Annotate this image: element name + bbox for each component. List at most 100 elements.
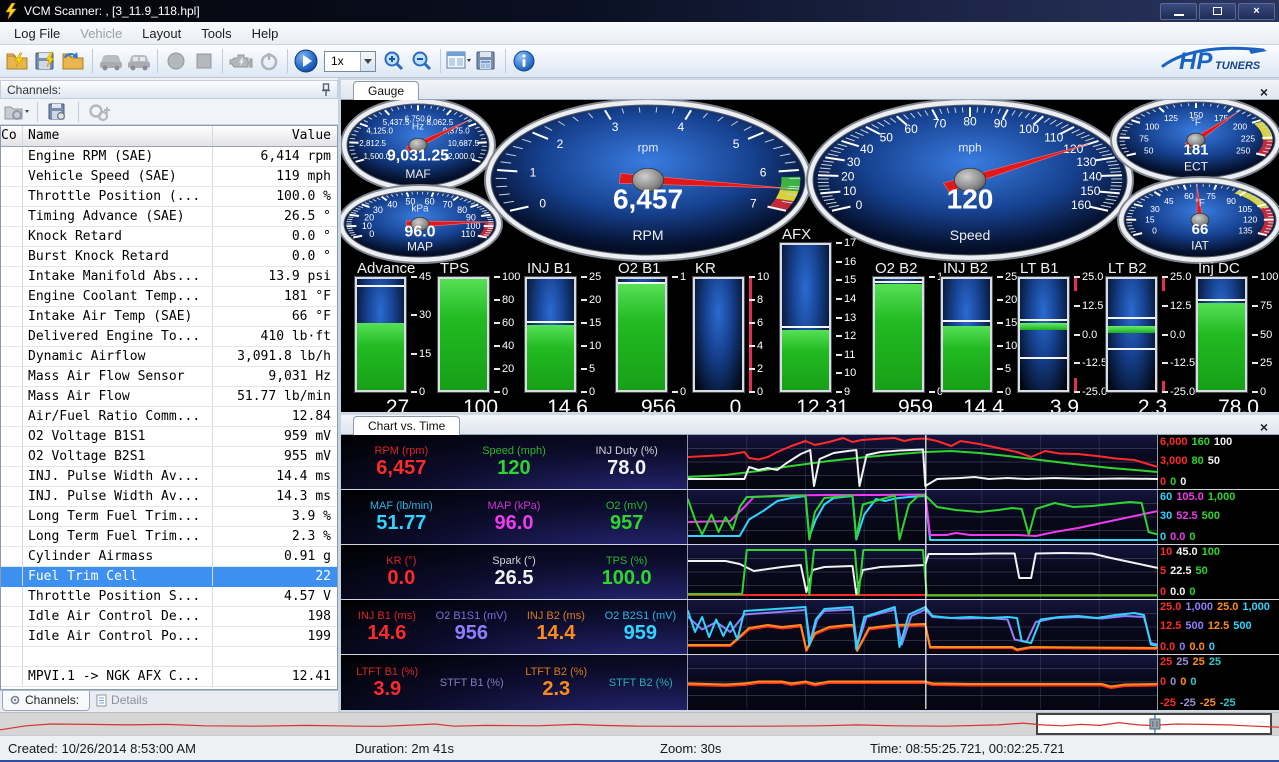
menu-log-file[interactable]: Log File — [4, 23, 70, 44]
channel-row[interactable]: Dynamic Airflow3,091.8 lb/h — [1, 347, 337, 367]
channel-row[interactable]: Delivered Engine To...410 lb·ft — [1, 327, 337, 347]
channels-table-header[interactable]: Co Name Value — [1, 126, 337, 147]
pin-icon[interactable] — [320, 83, 332, 97]
channel-row[interactable]: Burst Knock Retard0.0 ° — [1, 247, 337, 267]
channel-row[interactable]: Engine RPM (SAE)6,414 rpm — [1, 147, 337, 167]
bar-gauge-ltb1-ticks: 25.012.50.0-12.5-25.0 — [1074, 277, 1110, 392]
channel-row[interactable]: Cylinder Airmass0.91 g — [1, 547, 337, 567]
menu-tools[interactable]: Tools — [191, 23, 241, 44]
channel-row[interactable]: O2 Voltage B2S1955 mV — [1, 447, 337, 467]
channels-config-open-button[interactable] — [3, 98, 31, 126]
svg-text:1: 1 — [530, 166, 537, 180]
channel-row[interactable]: Idle Air Control Po...199 — [1, 627, 337, 647]
gauge-rpm[interactable]: 01234567rpm6,457RPM — [484, 100, 812, 262]
chart-row-4-legend[interactable]: INJ B1 (ms)14.6O2 B1S1 (mV)956INJ B2 (ms… — [341, 600, 688, 654]
channel-row[interactable]: Intake Manifold Abs...13.9 psi — [1, 267, 337, 287]
chart-row-5-legend[interactable]: LTFT B1 (%)3.9STFT B1 (%)LTFT B2 (%)2.3S… — [341, 655, 688, 710]
save-layout-button[interactable] — [473, 47, 501, 75]
channel-row[interactable]: INJ. Pulse Width Av...14.4 ms — [1, 467, 337, 487]
chart-row-5-plot[interactable] — [688, 655, 1158, 710]
column-header-value[interactable]: Value — [213, 126, 337, 146]
bar-gauge-ltb2[interactable]: LT B225.012.50.0-12.5-25.02.3 — [1106, 260, 1203, 412]
channel-row[interactable]: O2 Voltage B1S1959 mV — [1, 427, 337, 447]
channel-row[interactable]: Timing Advance (SAE)26.5 ° — [1, 207, 337, 227]
svg-text:100: 100 — [1019, 122, 1039, 136]
chart-row-2-legend[interactable]: MAF (lb/min)51.77MAP (kPa)96.0O2 (mV)957 — [341, 490, 688, 544]
channel-row[interactable]: Fuel Trim Cell22 — [1, 567, 337, 587]
channel-row[interactable]: Knock Retard0.0 ° — [1, 227, 337, 247]
bar-gauge-tps[interactable]: TPS100806040200100 — [438, 260, 527, 412]
channel-row[interactable]: Engine Coolant Temp...181 °F — [1, 287, 337, 307]
minimize-button[interactable] — [1160, 3, 1197, 20]
restore-button[interactable] — [1199, 3, 1236, 20]
zoom-in-button[interactable] — [380, 47, 408, 75]
chart-series: STFT B1 (%) — [437, 677, 507, 689]
chart-row-3-plot[interactable] — [688, 545, 1158, 599]
bar-gauge-injb2[interactable]: INJ B2252015105014.4 — [941, 260, 1030, 412]
playback-speed-select[interactable]: 1x — [324, 51, 376, 72]
gauge-maf-unit: Hz — [412, 121, 424, 132]
zoom-out-button[interactable] — [408, 47, 436, 75]
channel-row[interactable]: Throttle Position S...4.57 V — [1, 587, 337, 607]
channel-row[interactable]: INJ. Pulse Width Av...14.3 ms — [1, 487, 337, 507]
channel-value: 22 — [213, 567, 337, 586]
playback-speed-dropdown-arrow[interactable] — [360, 52, 375, 71]
channel-row[interactable]: Vehicle Speed (SAE)119 mph — [1, 167, 337, 187]
column-header-co[interactable]: Co — [1, 126, 23, 146]
channel-row[interactable]: Mass Air Flow Sensor9,031 Hz — [1, 367, 337, 387]
channel-co-cell — [1, 527, 23, 546]
overview-cursor-grip[interactable] — [1150, 719, 1160, 729]
channel-row[interactable]: Air/Fuel Ratio Comm...12.84 — [1, 407, 337, 427]
gauge-map[interactable]: 0102030405060708090100110kPa96.0MAP — [341, 184, 503, 264]
menu-help[interactable]: Help — [242, 23, 289, 44]
chart-row-1-plot[interactable] — [688, 435, 1158, 489]
channel-row[interactable]: Mass Air Flow51.77 lb/min — [1, 387, 337, 407]
close-button[interactable]: × — [1238, 3, 1275, 20]
gauge-maf[interactable]: 1,500.02,812.54,125.05,437.56,750.08,062… — [341, 100, 496, 193]
bar-gauge-afx-value: 12.31 — [780, 396, 865, 412]
gauge-panel-close-icon[interactable]: × — [1257, 85, 1271, 99]
channel-row[interactable]: MPVI.1 -> NGK AFX C...12.41 — [1, 667, 337, 687]
bar-gauge-injdc[interactable]: Inj DC100755025078.0 — [1196, 260, 1279, 412]
svg-text:0: 0 — [856, 198, 863, 212]
bar-gauge-kr[interactable]: KR10864200 — [693, 260, 782, 412]
chart-row-1-legend[interactable]: RPM (rpm)6,457Speed (mph)120INJ Duty (%)… — [341, 435, 688, 489]
menu-layout[interactable]: Layout — [132, 23, 191, 44]
channel-row[interactable]: Long Term Fuel Trim...3.9 % — [1, 507, 337, 527]
channel-row[interactable]: Intake Air Temp (SAE)66 °F — [1, 307, 337, 327]
tab-gauge[interactable]: Gauge — [353, 81, 419, 100]
channel-value: 6,414 rpm — [213, 147, 337, 166]
chart-panel-close-icon[interactable]: × — [1257, 420, 1271, 434]
channel-row[interactable]: Long Term Fuel Trim...2.3 % — [1, 527, 337, 547]
gauge-iat[interactable]: 0153045607590105120135°F66IAT — [1117, 176, 1279, 264]
channel-co-cell — [1, 267, 23, 286]
bar-gauge-o2b1[interactable]: O2 B110956 — [616, 260, 705, 412]
channel-row[interactable]: Throttle Position (...100.0 % — [1, 187, 337, 207]
channels-save-button[interactable] — [44, 98, 72, 126]
log-overview-strip[interactable] — [0, 712, 1279, 735]
save-log-button[interactable] — [32, 47, 60, 75]
tab-chart-vs-time[interactable]: Chart vs. Time — [353, 416, 460, 435]
gear-icon — [9, 694, 21, 706]
channel-row[interactable] — [1, 647, 337, 667]
channel-row[interactable]: Idle Air Control De...198 — [1, 607, 337, 627]
axis-labels: 0.000.00 — [1160, 641, 1215, 653]
info-button[interactable] — [510, 47, 538, 75]
layout-button[interactable] — [445, 47, 473, 75]
bar-gauge-afx[interactable]: AFX1716151413121110912.31 — [780, 226, 869, 412]
channel-name: Idle Air Control Po... — [23, 627, 213, 646]
tab-details[interactable]: Details — [90, 691, 158, 710]
tab-channels[interactable]: Channels: — [2, 691, 90, 711]
column-header-name[interactable]: Name — [23, 126, 213, 146]
reopen-log-button[interactable] — [60, 47, 88, 75]
bar-gauge-injb1[interactable]: INJ B1252015105014.6 — [525, 260, 614, 412]
chart-row-4-plot[interactable] — [688, 600, 1158, 654]
bar-gauge-advance[interactable]: Advance453015027 — [355, 260, 444, 412]
open-log-button[interactable] — [4, 47, 32, 75]
play-button[interactable] — [292, 47, 320, 75]
chart-row-3-legend[interactable]: KR (°)0.0Spark (°)26.5TPS (%)100.0 — [341, 545, 688, 599]
gauge-ect[interactable]: 5075100125150175200225250°F181ECT — [1110, 100, 1279, 185]
channel-value: 198 — [213, 607, 337, 626]
chart-row-2-plot[interactable] — [688, 490, 1158, 544]
bar-gauge-ltb1[interactable]: LT B125.012.50.0-12.5-25.03.9 — [1018, 260, 1115, 412]
